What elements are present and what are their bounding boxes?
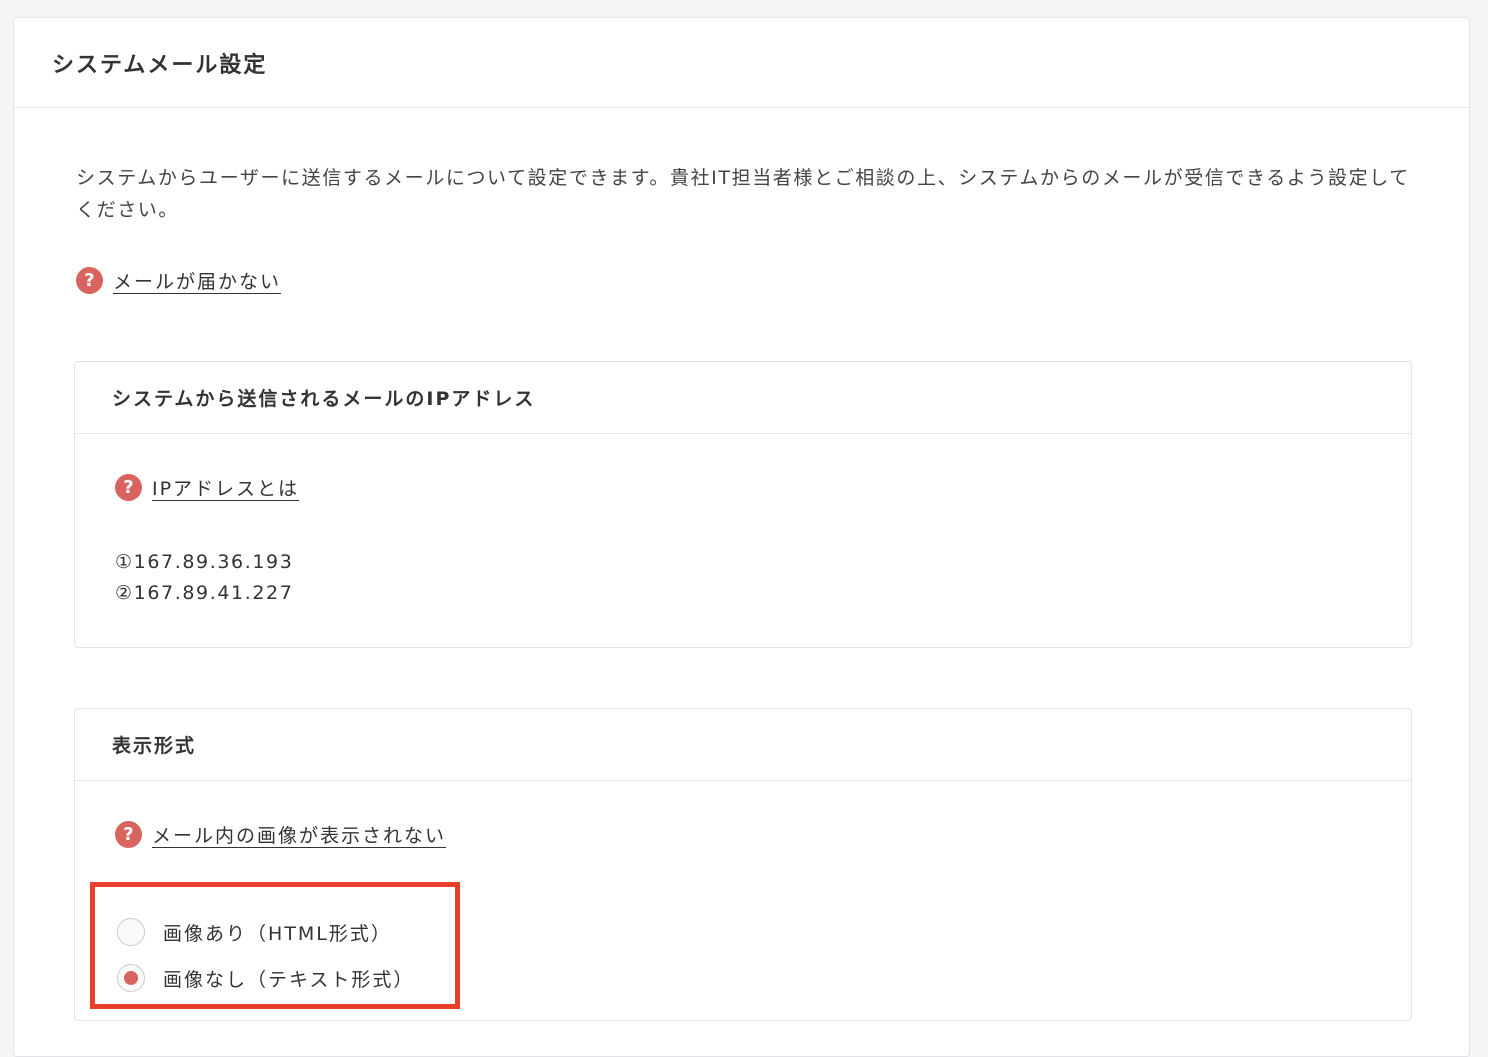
display-format-card: 表示形式 ? メール内の画像が表示されない 画像あり（HTML形式） 画像なし（…	[74, 708, 1412, 1021]
ip-address-item: ②167.89.41.227	[115, 582, 294, 604]
help-link-label[interactable]: メールが届かない	[113, 267, 281, 294]
question-circle-icon: ?	[115, 821, 142, 848]
ip-address-list: ①167.89.36.193 ②167.89.41.227	[115, 547, 1375, 647]
radio-selected-dot	[124, 971, 138, 985]
question-circle-icon: ?	[76, 267, 103, 294]
ip-card-body: ? IPアドレスとは ①167.89.36.193 ②167.89.41.227	[75, 474, 1411, 647]
help-link-label[interactable]: メール内の画像が表示されない	[152, 821, 446, 848]
help-link-images-not-displayed[interactable]: ? メール内の画像が表示されない	[115, 821, 1375, 848]
ip-address-card: システムから送信されるメールのIPアドレス ? IPアドレスとは ①167.89…	[74, 361, 1412, 648]
question-circle-icon: ?	[115, 474, 142, 501]
ip-address-item: ①167.89.36.193	[115, 551, 294, 573]
ip-card-header: システムから送信されるメールのIPアドレス	[75, 362, 1411, 434]
help-link-what-is-ip[interactable]: ? IPアドレスとは	[115, 474, 1375, 501]
help-link-label[interactable]: IPアドレスとは	[152, 474, 299, 501]
page-title: システムメール設定	[52, 52, 268, 78]
system-mail-settings-panel: システムメール設定 システムからユーザーに送信するメールについて設定できます。貴…	[13, 17, 1470, 1057]
radio-option-text[interactable]: 画像なし（テキスト形式）	[117, 955, 455, 1001]
panel-body: システムからユーザーに送信するメールについて設定できます。貴社IT担当者様とご相…	[14, 108, 1469, 1021]
format-card-body: ? メール内の画像が表示されない 画像あり（HTML形式） 画像なし（テキスト形…	[75, 821, 1411, 1009]
format-radio-group: 画像あり（HTML形式） 画像なし（テキスト形式）	[90, 882, 460, 1009]
radio-option-html[interactable]: 画像あり（HTML形式）	[117, 909, 455, 955]
ip-card-title: システムから送信されるメールのIPアドレス	[112, 388, 536, 410]
panel-header: システムメール設定	[14, 18, 1469, 108]
format-card-header: 表示形式	[75, 709, 1411, 781]
radio-button-unselected[interactable]	[117, 918, 145, 946]
help-link-mail-not-received[interactable]: ? メールが届かない	[76, 267, 1409, 294]
format-card-title: 表示形式	[112, 735, 197, 757]
page-description: システムからユーザーに送信するメールについて設定できます。貴社IT担当者様とご相…	[76, 167, 1410, 221]
radio-button-selected[interactable]	[117, 964, 145, 992]
radio-label: 画像あり（HTML形式）	[163, 922, 392, 945]
radio-label: 画像なし（テキスト形式）	[163, 968, 415, 991]
